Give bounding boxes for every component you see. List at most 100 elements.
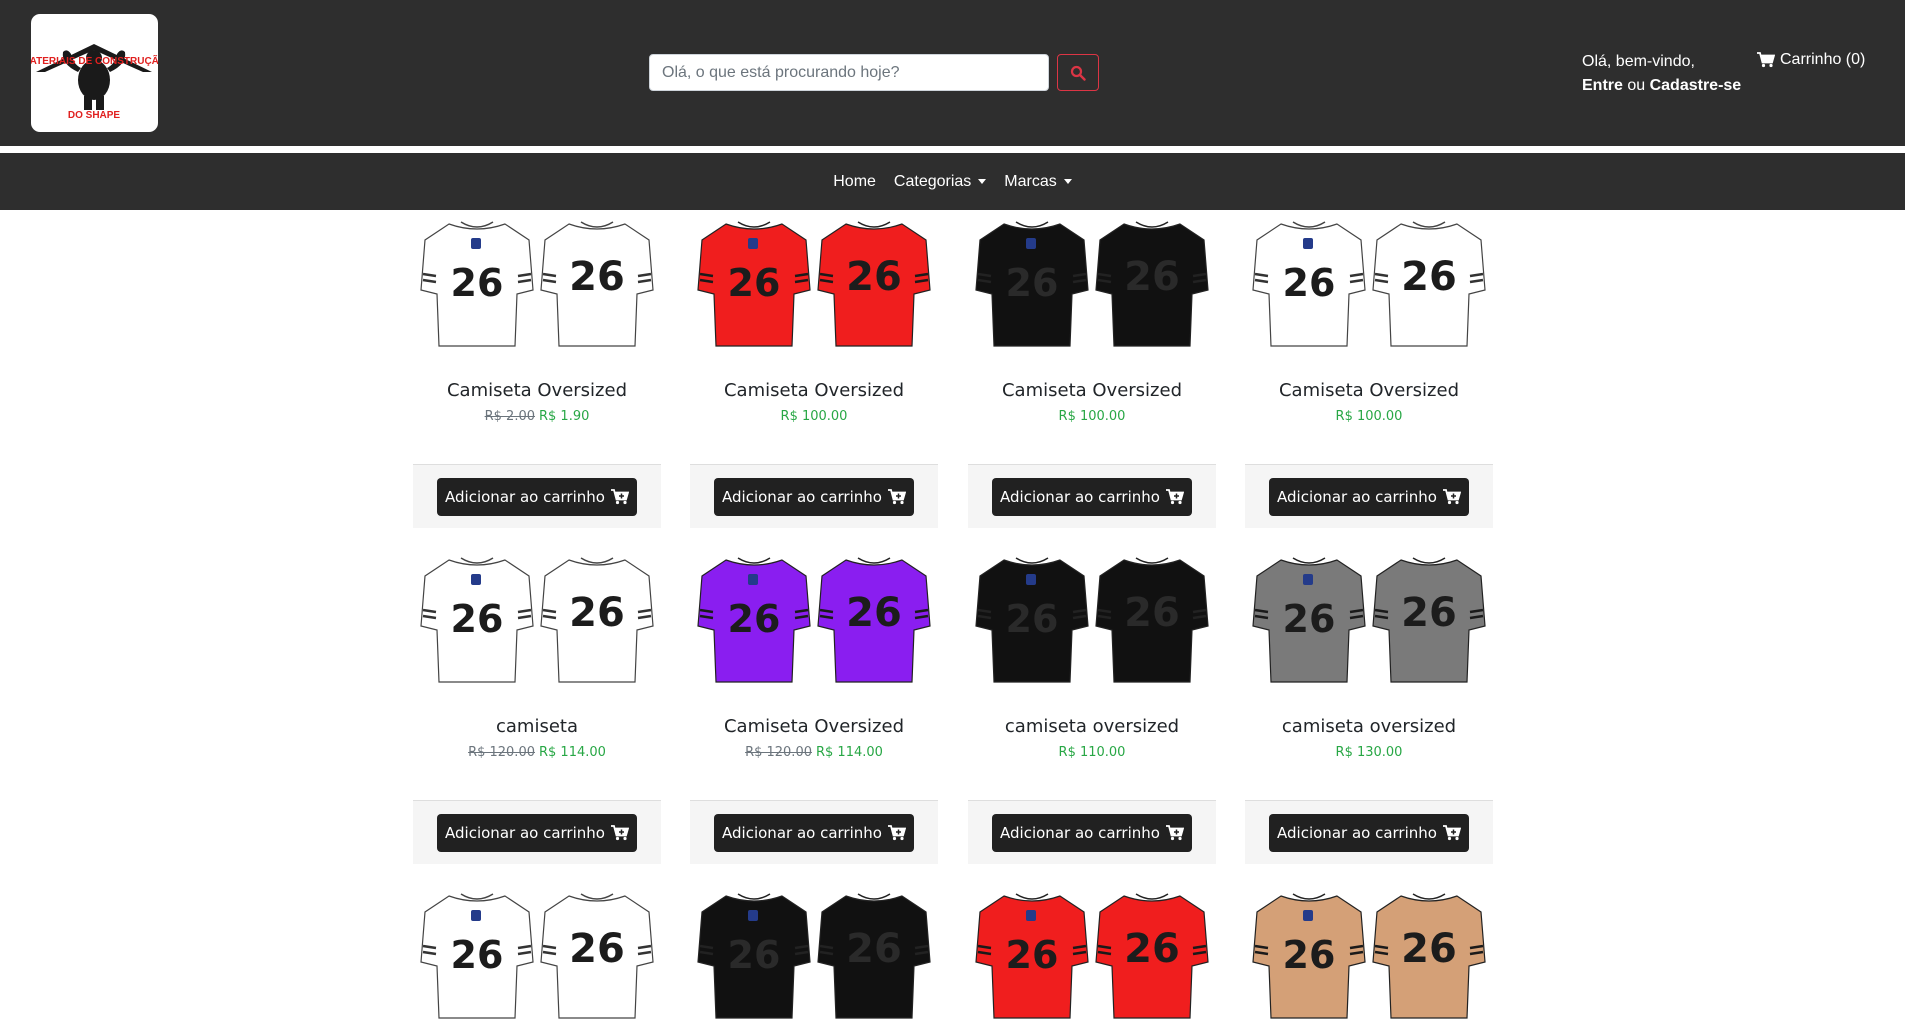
add-to-cart-button[interactable]: Adicionar ao carrinho [1269, 477, 1469, 516]
nav-home[interactable]: Home [831, 173, 878, 191]
product-price: R$ 130.00 [1245, 745, 1493, 760]
shirt-back-image: 26 [1095, 557, 1209, 683]
shirt-number: 26 [1006, 933, 1059, 977]
product-image[interactable]: 26 26 [1245, 546, 1493, 694]
nav-brands-label: Marcas [1004, 172, 1057, 190]
svg-text:MATERIAIS DE CONSTRUÇÃO: MATERIAIS DE CONSTRUÇÃO [31, 54, 158, 67]
card-footer: Adicionar ao carrinho [690, 464, 938, 528]
product-price: R$ 100.00 [690, 409, 938, 424]
shirt-number: 26 [569, 590, 625, 636]
product-title[interactable]: Camiseta Oversized [968, 380, 1216, 401]
store-logo[interactable]: MATERIAIS DE CONSTRUÇÃO DO SHAPE [31, 14, 158, 132]
add-to-cart-button[interactable]: Adicionar ao carrinho [714, 813, 914, 852]
cart-plus-icon [1442, 824, 1461, 840]
shirt-back-image: 26 [1095, 893, 1209, 1019]
cart-link[interactable]: Carrinho (0) [1757, 50, 1865, 70]
shirt-back-image: 26 [540, 557, 654, 683]
logo-graphic: MATERIAIS DE CONSTRUÇÃO DO SHAPE [31, 44, 158, 121]
add-to-cart-button[interactable]: Adicionar ao carrinho [437, 477, 637, 516]
current-price: R$ 100.00 [1335, 409, 1403, 424]
product-image[interactable]: 26 26 [968, 546, 1216, 694]
search-button[interactable] [1057, 54, 1099, 91]
current-price: R$ 110.00 [1058, 745, 1126, 760]
cart-plus-icon [610, 488, 629, 504]
card-footer: Adicionar ao carrinho [968, 464, 1216, 528]
product-image[interactable]: 26 26 [690, 882, 938, 1030]
shirt-back-image: 26 [1372, 893, 1486, 1019]
current-price: R$ 1.90 [539, 409, 590, 424]
product-title[interactable]: Camiseta Oversized [1245, 380, 1493, 401]
product-title[interactable]: camiseta oversized [1245, 716, 1493, 737]
or-text: ou [1622, 77, 1650, 94]
cart-icon [1757, 52, 1775, 68]
shirt-number: 26 [1124, 926, 1180, 972]
shirt-front-image: 26 [697, 221, 811, 347]
add-to-cart-button[interactable]: Adicionar ao carrinho [437, 813, 637, 852]
shirt-number: 26 [1401, 926, 1457, 972]
shirt-back-image: 26 [1372, 557, 1486, 683]
product-image[interactable]: 26 26 [968, 882, 1216, 1030]
add-to-cart-button[interactable]: Adicionar ao carrinho [1269, 813, 1469, 852]
shirt-number: 26 [728, 597, 781, 641]
shirt-front-image: 26 [697, 893, 811, 1019]
product-image[interactable]: 26 26 [413, 882, 661, 1030]
add-to-cart-label: Adicionar ao carrinho [1000, 823, 1160, 842]
current-price: R$ 130.00 [1335, 745, 1403, 760]
shirt-number: 26 [451, 261, 504, 305]
svg-text:DO SHAPE: DO SHAPE [68, 110, 121, 121]
shirt-number: 26 [1124, 590, 1180, 636]
nav-categories-dropdown[interactable]: Categorias [892, 173, 988, 191]
product-price: R$ 100.00 [1245, 409, 1493, 424]
old-price: R$ 2.00 [484, 409, 535, 424]
current-price: R$ 114.00 [539, 745, 606, 760]
product-image[interactable]: 26 26 [690, 210, 938, 358]
card-footer: Adicionar ao carrinho [690, 800, 938, 864]
product-title[interactable]: Camiseta Oversized [690, 716, 938, 737]
product-image[interactable]: 26 26 [690, 546, 938, 694]
shirt-number: 26 [1006, 597, 1059, 641]
shirt-back-image: 26 [540, 221, 654, 347]
add-to-cart-label: Adicionar ao carrinho [1277, 487, 1437, 506]
shirt-number: 26 [846, 926, 902, 972]
product-title[interactable]: Camiseta Oversized [413, 380, 661, 401]
product-price: R$ 120.00 R$ 114.00 [690, 745, 938, 760]
add-to-cart-button[interactable]: Adicionar ao carrinho [714, 477, 914, 516]
header-divider [0, 146, 1905, 153]
add-to-cart-label: Adicionar ao carrinho [1000, 487, 1160, 506]
product-title[interactable]: camiseta [413, 716, 661, 737]
card-footer: Adicionar ao carrinho [968, 800, 1216, 864]
shirt-number: 26 [569, 926, 625, 972]
main-nav: Home Categorias Marcas [0, 153, 1905, 210]
product-image[interactable]: 26 26 [1245, 882, 1493, 1030]
product-title[interactable]: Camiseta Oversized [690, 380, 938, 401]
shirt-back-image: 26 [817, 221, 931, 347]
shirt-number: 26 [451, 597, 504, 641]
current-price: R$ 100.00 [780, 409, 848, 424]
shirt-number: 26 [846, 254, 902, 300]
search-input[interactable] [649, 54, 1049, 91]
shirt-front-image: 26 [420, 557, 534, 683]
nav-categories-label: Categorias [893, 172, 972, 190]
shirt-back-image: 26 [540, 893, 654, 1019]
add-to-cart-button[interactable]: Adicionar ao carrinho [992, 813, 1192, 852]
shirt-number: 26 [451, 933, 504, 977]
product-image[interactable]: 26 26 [1245, 210, 1493, 358]
product-image[interactable]: 26 26 [413, 210, 661, 358]
shirt-number: 26 [728, 933, 781, 977]
nav-brands-dropdown[interactable]: Marcas [1002, 173, 1073, 191]
cart-label: Carrinho (0) [1780, 51, 1866, 68]
product-title[interactable]: camiseta oversized [968, 716, 1216, 737]
caret-down-icon [978, 179, 987, 184]
add-to-cart-button[interactable]: Adicionar ao carrinho [992, 477, 1192, 516]
add-to-cart-label: Adicionar ao carrinho [722, 487, 882, 506]
product-image[interactable]: 26 26 [968, 210, 1216, 358]
add-to-cart-label: Adicionar ao carrinho [445, 487, 605, 506]
login-link[interactable]: Entre [1582, 77, 1623, 94]
shirt-front-image: 26 [420, 221, 534, 347]
shirt-front-image: 26 [420, 893, 534, 1019]
add-to-cart-label: Adicionar ao carrinho [1277, 823, 1437, 842]
register-link[interactable]: Cadastre-se [1650, 77, 1742, 94]
cart-plus-icon [887, 824, 906, 840]
shirt-back-image: 26 [1095, 221, 1209, 347]
product-image[interactable]: 26 26 [413, 546, 661, 694]
